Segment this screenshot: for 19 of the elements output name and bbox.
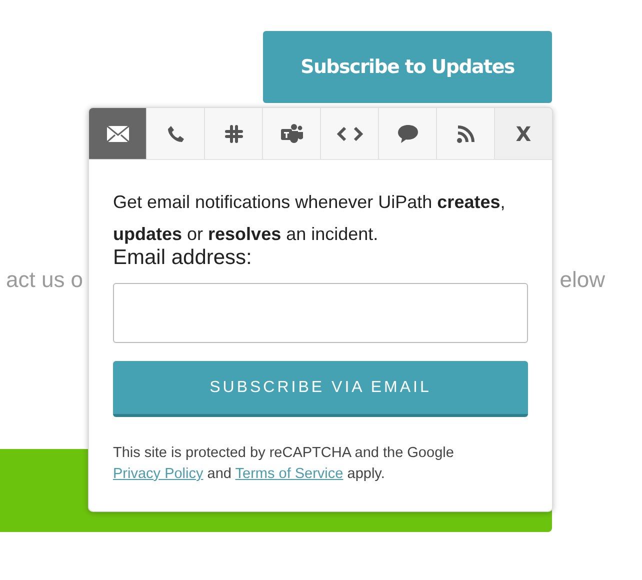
phone-icon bbox=[166, 124, 184, 142]
body-text: act us o bbox=[6, 267, 84, 293]
hash-icon bbox=[224, 124, 244, 144]
team-chat-icon bbox=[280, 122, 304, 144]
terms-link[interactable]: Terms of Service bbox=[235, 466, 344, 482]
envelope-icon bbox=[106, 124, 130, 142]
description-text: Get email notifications whenever UiPath creates, updates or resolves an incident. bbox=[113, 191, 506, 246]
body-text: elow bbox=[560, 267, 605, 293]
subscribe-button[interactable]: Subscribe to Updates bbox=[263, 31, 552, 103]
email-field[interactable] bbox=[113, 283, 528, 343]
code-icon bbox=[336, 126, 364, 142]
subscribe-email-button[interactable]: SUBSCRIBE VIA EMAIL bbox=[113, 361, 528, 417]
privacy-policy-link[interactable]: Privacy Policy bbox=[113, 466, 204, 482]
field-label: Email address: bbox=[113, 246, 253, 270]
recaptcha-notice: This site is protected by reCAPTCHA and the Google Privacy Policy and Terms of Service apply. bbox=[113, 444, 455, 484]
rss-icon bbox=[456, 124, 476, 144]
email-tab[interactable] bbox=[89, 108, 147, 159]
close-tab[interactable]: X bbox=[495, 108, 552, 159]
speech-bubble-icon bbox=[396, 124, 418, 144]
